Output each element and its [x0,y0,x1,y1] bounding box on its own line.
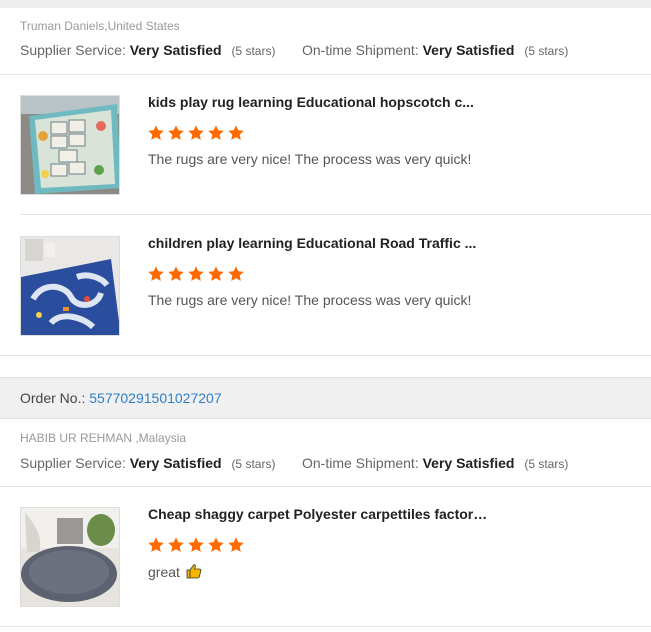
review-comment: The rugs are very nice! The process was … [148,292,472,308]
product-title-link[interactable]: children play learning Educational Road … [148,235,493,251]
star-icon [168,125,184,140]
shaggy-carpet-photo [21,508,119,606]
star-icon [228,125,244,140]
divider [0,626,651,627]
order-number-row: Order No.: 55770291501027207 [20,390,222,406]
shipment-label: On-time Shipment: [302,455,419,471]
star-icon [188,125,204,140]
star-icon [228,266,244,281]
divider [0,355,651,356]
star-rating [147,265,245,283]
star-icon [148,125,164,140]
star-icon [208,266,224,281]
supplier-service-label: Supplier Service: [20,42,126,58]
divider [20,214,651,215]
shipment-label: On-time Shipment: [302,42,419,58]
product-title-link[interactable]: Cheap shaggy carpet Polyester carpettile… [148,506,493,522]
star-rating [147,124,245,142]
shipment-value: Very Satisfied [422,455,515,471]
supplier-service-stars: (5 stars) [231,44,276,58]
star-icon [228,537,244,552]
divider [0,74,651,75]
supplier-service-value: Very Satisfied [129,455,222,471]
review-comment: great [148,563,202,580]
review-comment: The rugs are very nice! The process was … [148,151,472,167]
hopscotch-rug-photo [21,96,119,194]
review-comment-text: great [148,564,180,580]
order-number-link[interactable]: 55770291501027207 [89,390,221,406]
product-title-link[interactable]: kids play rug learning Educational hopsc… [148,94,493,110]
thumbs-up-icon [186,563,202,579]
order-number-bar: Order No.: 55770291501027207 [0,377,651,419]
road-traffic-rug-photo [21,237,119,335]
product-thumbnail[interactable] [20,236,120,336]
supplier-service-stars: (5 stars) [231,457,276,471]
buyer-name: HABIB UR REHMAN ,Malaysia [20,431,187,445]
star-icon [188,266,204,281]
shipment-stars: (5 stars) [524,457,569,471]
supplier-service-label: Supplier Service: [20,455,126,471]
star-icon [168,537,184,552]
star-rating [147,536,245,554]
supplier-service-value: Very Satisfied [129,42,222,58]
rating-summary-row: Supplier Service: Very Satisfied (5 star… [20,455,640,471]
product-thumbnail[interactable] [20,95,120,195]
divider [0,486,651,487]
star-icon [148,537,164,552]
star-icon [148,266,164,281]
star-icon [188,537,204,552]
star-icon [208,125,224,140]
rating-summary-row: Supplier Service: Very Satisfied (5 star… [20,42,640,58]
order-number-label: Order No.: [20,390,86,406]
star-icon [168,266,184,281]
shipment-value: Very Satisfied [422,42,515,58]
shipment-stars: (5 stars) [524,44,569,58]
star-icon [208,537,224,552]
product-thumbnail[interactable] [20,507,120,607]
buyer-name: Truman Daniels,United States [20,19,180,33]
top-divider-strip [0,0,651,8]
